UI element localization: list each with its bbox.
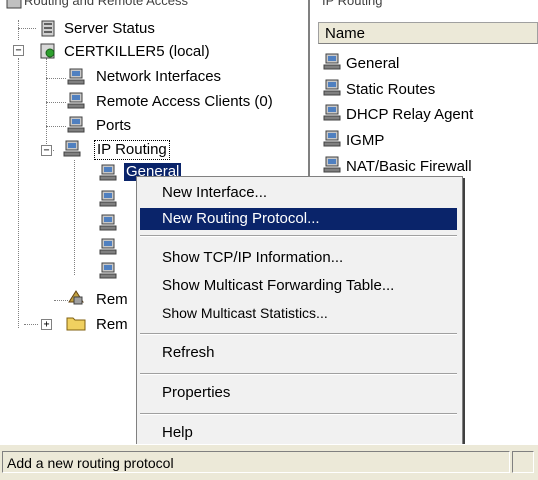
menu-separator bbox=[140, 373, 457, 375]
network-interfaces-icon bbox=[67, 68, 85, 85]
nat-firewall-icon bbox=[323, 156, 341, 173]
tree-item-remote-access-policies[interactable]: Rem bbox=[96, 291, 128, 309]
tree-item-network-interfaces[interactable]: Network Interfaces bbox=[96, 68, 221, 86]
details-title: IP Routing bbox=[322, 0, 383, 8]
tree-item-server-status[interactable]: Server Status bbox=[64, 20, 155, 38]
ip-routing-icon bbox=[63, 140, 81, 157]
column-header-name[interactable]: Name bbox=[318, 22, 538, 44]
static-routes-icon bbox=[99, 190, 117, 207]
list-item-dhcp-relay-agent[interactable]: DHCP Relay Agent bbox=[322, 104, 474, 125]
collapse-icon[interactable]: − bbox=[13, 45, 24, 56]
routing-root-icon bbox=[6, 0, 22, 9]
list-item-label: NAT/Basic Firewall bbox=[346, 158, 472, 175]
general-icon bbox=[99, 164, 117, 181]
menu-separator bbox=[140, 235, 457, 237]
tree-item-ports[interactable]: Ports bbox=[96, 117, 131, 135]
menu-item-show-multicast-forwarding-table[interactable]: Show Multicast Forwarding Table... bbox=[140, 275, 457, 297]
dhcp-relay-icon bbox=[323, 104, 341, 121]
menu-item-new-interface[interactable]: New Interface... bbox=[140, 182, 457, 204]
tree-item-ip-routing[interactable]: IP Routing bbox=[94, 140, 170, 160]
list-item-general[interactable]: General bbox=[322, 53, 400, 74]
menu-item-new-routing-protocol[interactable]: New Routing Protocol... bbox=[140, 208, 457, 230]
remote-access-clients-icon bbox=[67, 92, 85, 109]
ports-icon bbox=[67, 116, 85, 133]
dhcp-relay-icon bbox=[99, 214, 117, 231]
igmp-icon bbox=[99, 238, 117, 255]
list-item-label: General bbox=[346, 55, 400, 72]
expand-icon[interactable]: + bbox=[41, 319, 52, 330]
static-routes-icon bbox=[323, 79, 341, 96]
window-title: Routing and Remote Access bbox=[24, 0, 189, 8]
list-item-label: DHCP Relay Agent bbox=[346, 106, 474, 123]
list-item-label: IGMP bbox=[346, 132, 385, 149]
menu-item-properties[interactable]: Properties bbox=[140, 382, 457, 404]
server-status-icon bbox=[41, 20, 55, 37]
tree-item-server[interactable]: CERTKILLER5 (local) bbox=[64, 43, 210, 61]
collapse-icon[interactable]: − bbox=[41, 145, 52, 156]
status-bar: Add a new routing protocol bbox=[0, 444, 538, 480]
igmp-icon bbox=[323, 130, 341, 147]
server-icon bbox=[40, 43, 55, 59]
status-panel bbox=[512, 451, 534, 473]
menu-separator bbox=[140, 333, 457, 335]
nat-firewall-icon bbox=[99, 262, 117, 279]
list-item-igmp[interactable]: IGMP bbox=[322, 130, 385, 151]
status-text: Add a new routing protocol bbox=[2, 451, 510, 473]
remote-access-policies-icon bbox=[68, 290, 84, 305]
folder-icon bbox=[66, 317, 86, 331]
list-item-label: Static Routes bbox=[346, 81, 436, 98]
tree-item-remote-access-logging[interactable]: Rem bbox=[96, 316, 128, 334]
menu-item-refresh[interactable]: Refresh bbox=[140, 342, 457, 364]
general-icon bbox=[323, 53, 341, 70]
list-item-nat-basic-firewall[interactable]: NAT/Basic Firewall bbox=[322, 156, 472, 177]
tree-item-remote-access-clients[interactable]: Remote Access Clients (0) bbox=[96, 93, 273, 111]
menu-item-help[interactable]: Help bbox=[140, 422, 457, 444]
menu-separator bbox=[140, 413, 457, 415]
menu-item-show-tcpip-information[interactable]: Show TCP/IP Information... bbox=[140, 247, 457, 269]
context-menu: New Interface... New Routing Protocol...… bbox=[136, 176, 463, 458]
list-item-static-routes[interactable]: Static Routes bbox=[322, 79, 436, 100]
menu-item-show-multicast-statistics[interactable]: Show Multicast Statistics... bbox=[140, 302, 457, 324]
